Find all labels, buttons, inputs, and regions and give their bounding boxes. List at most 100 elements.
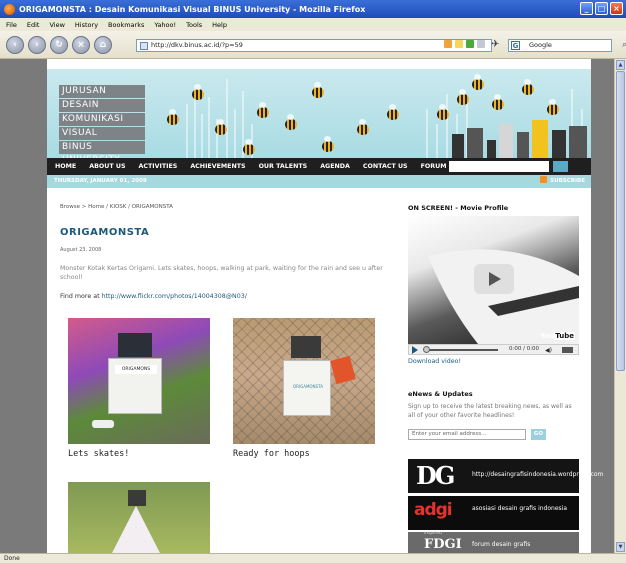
monster-sign: ORIGAMONSTA	[293, 384, 323, 389]
search-icon[interactable]: ⌕	[622, 40, 626, 51]
vertical-scrollbar[interactable]: ▲ ▼	[614, 59, 626, 553]
address-text: http://dkv.binus.ac.id/?p=59	[151, 41, 243, 49]
nav-home[interactable]: HOME	[55, 163, 76, 170]
play-overlay-button[interactable]	[474, 264, 514, 294]
stop-icon[interactable]: ×	[72, 35, 90, 54]
bee-illustration	[257, 102, 269, 118]
page-icon	[140, 42, 148, 50]
play-icon[interactable]	[412, 346, 418, 354]
photo-ready-for-hoops[interactable]: ORIGAMONSTA	[233, 318, 375, 444]
menu-yahoo[interactable]: Yahoo!	[154, 21, 176, 29]
menu-help[interactable]: Help	[212, 21, 227, 29]
bee-illustration	[437, 104, 449, 120]
nav-our-talents[interactable]: OUR TALENTS	[259, 163, 308, 170]
banner-text: forum desain grafis	[472, 541, 531, 548]
forward-icon[interactable]: ›	[28, 35, 46, 54]
subscribe-link[interactable]: SUBSCRIBE	[540, 175, 585, 188]
site-search-placeholder: Search this website...	[452, 163, 530, 170]
nav-achievements[interactable]: ACHIEVEMENTS	[190, 163, 245, 170]
monster-body: ORIGAMONSTA	[283, 360, 331, 416]
subscribe-label: SUBSCRIBE	[550, 178, 585, 184]
bee-illustration	[215, 119, 227, 135]
go-button[interactable]: GO	[531, 429, 546, 440]
menu-file[interactable]: File	[6, 21, 17, 29]
nav-contact-us[interactable]: CONTACT US	[363, 163, 408, 170]
site-search-input[interactable]: Search this website...	[449, 161, 549, 172]
menu-edit[interactable]: Edit	[27, 21, 40, 29]
bee-illustration	[492, 94, 504, 110]
building-illustration	[569, 126, 587, 158]
close-button[interactable]: ×	[610, 2, 623, 15]
site-search-button[interactable]	[553, 161, 568, 172]
bookmark-star-icon[interactable]	[455, 40, 463, 48]
skateboard	[92, 420, 114, 428]
nav-agenda[interactable]: AGENDA	[320, 163, 350, 170]
minimize-button[interactable]: _	[580, 2, 593, 15]
scroll-thumb[interactable]	[616, 71, 625, 371]
monster-body: ORIGAMONS	[108, 358, 162, 414]
menu-view[interactable]: View	[49, 21, 64, 29]
logo-line: DESAIN	[59, 99, 145, 112]
nav-activities[interactable]: ACTIVITIES	[138, 163, 177, 170]
nav-forum[interactable]: FORUM	[421, 163, 447, 170]
youtube-logo: YouTube	[540, 332, 575, 340]
building-illustration	[452, 134, 464, 158]
download-video-link[interactable]: Download video!	[408, 358, 461, 365]
home-icon[interactable]: ⌂	[94, 35, 112, 54]
back-icon[interactable]: ‹	[6, 35, 24, 54]
site-navigation: HOME ABOUT US ACTIVITIES ACHIEVEMENTS OU…	[47, 158, 591, 175]
monster-sign: ORIGAMONS	[115, 365, 157, 374]
web-page: JURUSAN DESAIN KOMUNIKASI VISUAL BINUS U…	[47, 59, 603, 553]
site-header: JURUSAN DESAIN KOMUNIKASI VISUAL BINUS U…	[47, 69, 591, 158]
photo-lets-skates[interactable]: ORIGAMONS	[68, 318, 210, 444]
banner-adgi[interactable]: adgi asosiasi desain grafis indonesia	[408, 496, 579, 530]
maximize-button[interactable]: □	[595, 2, 608, 15]
current-date: THURSDAY, JANUARY 01, 2009	[54, 178, 147, 184]
progress-track[interactable]	[426, 349, 498, 351]
post-excerpt: Monster Kotak Kertas Origami. Lets skate…	[60, 265, 383, 281]
building-illustration	[532, 120, 548, 158]
youtube-logo-tube: Tube	[554, 332, 575, 340]
bee-illustration	[472, 74, 484, 90]
bird-icon[interactable]: ✈	[491, 39, 499, 50]
search-input[interactable]: G Google ⌕	[508, 39, 626, 52]
menu-bookmarks[interactable]: Bookmarks	[108, 21, 144, 29]
seek-handle[interactable]	[423, 346, 430, 353]
banner-dg[interactable]: DG http://desaingrafisindonesia.wordpres…	[408, 459, 603, 493]
window-titlebar: ORIGAMONSTA : Desain Komunikasi Visual B…	[0, 0, 626, 18]
photo-monster-3[interactable]	[68, 482, 210, 553]
bee-illustration	[192, 84, 204, 100]
video-section-title: ON SCREEN! - Movie Profile	[408, 204, 509, 212]
post-title[interactable]: ORIGAMONSTA	[60, 227, 149, 238]
banner-text: asosiasi desain grafis indonesia	[472, 505, 568, 512]
breadcrumb: Browse > Home / KIOSK / ORIGAMONSTA	[60, 204, 173, 210]
fullscreen-icon[interactable]	[562, 347, 573, 353]
video-player[interactable]: YouTube	[408, 216, 579, 344]
email-placeholder: Enter your email address...	[412, 431, 487, 437]
status-text: Done	[4, 555, 20, 562]
building-illustration	[499, 124, 513, 158]
bee-illustration	[357, 119, 369, 135]
email-input[interactable]: Enter your email address...	[408, 429, 526, 440]
page-info-icon[interactable]	[477, 40, 485, 48]
monster-head	[128, 490, 146, 506]
reload-icon[interactable]: ↻	[50, 35, 68, 54]
go-arrow-icon[interactable]	[466, 40, 474, 48]
rss-feed-icon[interactable]	[444, 40, 452, 48]
scroll-up-icon[interactable]: ▲	[616, 60, 625, 70]
menu-history[interactable]: History	[75, 21, 98, 29]
bee-illustration	[522, 79, 534, 95]
flickr-link[interactable]: http://www.flickr.com/photos/14004308@N0…	[102, 293, 247, 300]
bee-illustration	[312, 82, 324, 98]
address-bar[interactable]: http://dkv.binus.ac.id/?p=59	[136, 39, 492, 52]
nav-about-us[interactable]: ABOUT US	[89, 163, 125, 170]
menu-tools[interactable]: Tools	[186, 21, 202, 29]
site-logo[interactable]: JURUSAN DESAIN KOMUNIKASI VISUAL BINUS U…	[59, 85, 145, 158]
volume-icon[interactable]: ◀)	[545, 346, 552, 355]
banner-fdgi[interactable]: inspired FDGI forum desain grafis	[408, 531, 579, 553]
rss-icon	[540, 176, 548, 183]
logo-line: KOMUNIKASI	[59, 113, 145, 126]
logo-line: BINUS UNIVERSITY	[59, 141, 145, 158]
adgi-logo: adgi	[414, 500, 453, 520]
scroll-down-icon[interactable]: ▼	[616, 542, 625, 552]
